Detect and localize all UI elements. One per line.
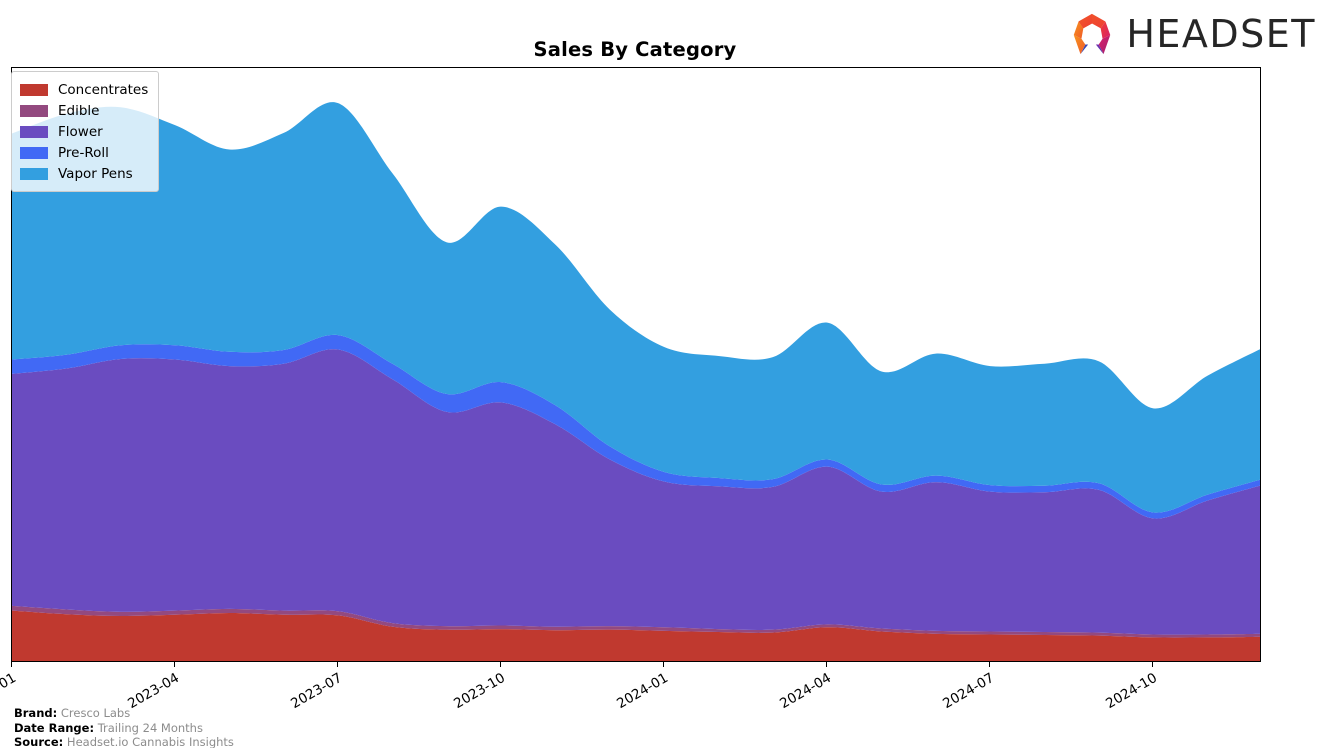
chart-footer: Brand: Cresco Labs Date Range: Trailing 2… — [14, 706, 234, 748]
x-tick-mark — [663, 662, 665, 667]
x-tick-mark — [826, 662, 828, 667]
x-tick-label: 2024-07 — [940, 670, 998, 713]
legend-item-pre-roll[interactable]: Pre-Roll — [20, 142, 148, 163]
legend-swatch-icon — [20, 104, 48, 117]
stacked-area-chart — [12, 102, 1260, 661]
legend-swatch-icon — [20, 167, 48, 180]
brand-logo: HEADSET — [1068, 10, 1316, 58]
footer-key: Date Range: — [14, 720, 95, 735]
legend-item-flower[interactable]: Flower — [20, 121, 148, 142]
x-tick-mark — [989, 662, 991, 667]
x-tick-mark — [500, 662, 502, 667]
legend-item-concentrates[interactable]: Concentrates — [20, 79, 148, 100]
legend-label: Pre-Roll — [58, 144, 109, 161]
x-tick-label: 2024-01 — [614, 670, 672, 713]
footer-value: Trailing 24 Months — [94, 720, 203, 735]
footer-row: Source: Headset.io Cannabis Insights — [14, 735, 234, 748]
footer-key: Brand: — [14, 706, 58, 720]
x-tick-label: 2023-07 — [288, 670, 346, 713]
chart-plot-area — [11, 67, 1261, 662]
legend-swatch-icon — [20, 83, 48, 96]
footer-value: Headset.io Cannabis Insights — [63, 735, 234, 748]
chart-page: { "header": { "title": "Sales By Categor… — [0, 0, 1324, 748]
footer-row: Brand: Cresco Labs — [14, 706, 234, 721]
footer-value: Cresco Labs — [57, 706, 131, 720]
legend-label: Edible — [58, 102, 100, 119]
footer-key: Source: — [14, 735, 64, 748]
legend-item-edible[interactable]: Edible — [20, 100, 148, 121]
headset-hexagon-logo-icon — [1074, 13, 1111, 55]
footer-row: Date Range: Trailing 24 Months — [14, 721, 234, 736]
legend-swatch-icon — [20, 146, 48, 159]
legend-label: Flower — [58, 123, 103, 140]
x-tick-mark — [11, 662, 12, 667]
x-tick-mark — [1152, 662, 1154, 667]
chart-legend: Concentrates Edible Flower Pre-Roll Vapor Pe… — [11, 71, 160, 192]
x-axis: 2023-01 2023-04 2023-07 2023-10 2024-01 2024-… — [0, 662, 1324, 712]
legend-label: Vapor Pens — [58, 165, 133, 182]
legend-item-vapor-pens[interactable]: Vapor Pens — [20, 163, 148, 184]
x-tick-label: 2024-10 — [1103, 670, 1161, 713]
x-tick-label: 2024-04 — [777, 670, 835, 713]
legend-swatch-icon — [20, 125, 48, 138]
x-tick-mark — [174, 662, 176, 667]
brand-logo-text: HEADSET — [1126, 12, 1316, 56]
x-tick-mark — [337, 662, 339, 667]
legend-label: Concentrates — [58, 81, 149, 98]
x-tick-label: 2023-10 — [451, 670, 509, 713]
